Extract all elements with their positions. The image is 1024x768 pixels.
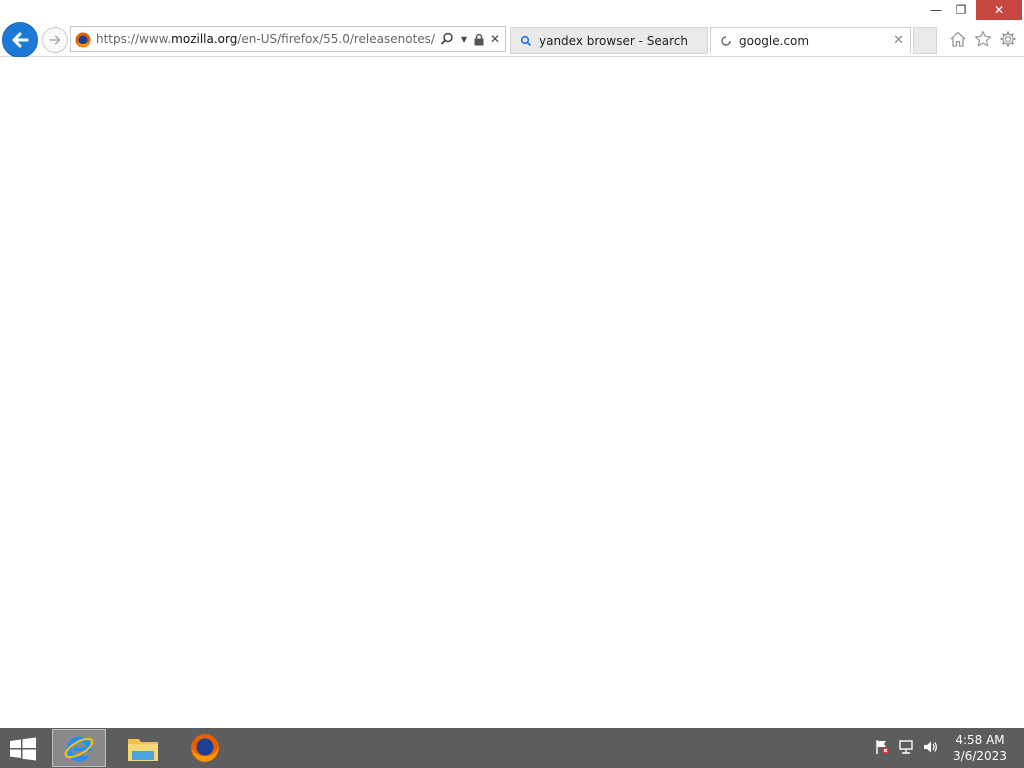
tab-yandex-search[interactable]: yandex browser - Search bbox=[510, 27, 708, 54]
page-content[interactable] bbox=[0, 57, 1024, 728]
back-arrow-icon bbox=[12, 32, 29, 48]
minimize-icon: — bbox=[930, 3, 942, 17]
forward-arrow-icon bbox=[49, 35, 61, 45]
taskbar-firefox[interactable] bbox=[178, 728, 232, 768]
loading-icon bbox=[719, 34, 733, 48]
address-dropdown-button[interactable]: ▾ bbox=[456, 31, 472, 47]
navigation-bar: https://www.mozilla.org/en-US/firefox/55… bbox=[0, 20, 1024, 58]
clock-date: 3/6/2023 bbox=[953, 749, 1007, 763]
home-button[interactable] bbox=[948, 29, 968, 49]
tab-label: google.com bbox=[739, 33, 810, 48]
chevron-down-icon: ▾ bbox=[460, 32, 468, 46]
internet-explorer-icon bbox=[64, 736, 94, 762]
url-prefix: https://www. bbox=[96, 32, 172, 46]
taskbar-internet-explorer[interactable] bbox=[52, 729, 106, 767]
tools-button[interactable] bbox=[998, 29, 1018, 49]
system-clock[interactable]: 4:58 AM 3/6/2023 bbox=[944, 732, 1016, 764]
back-button[interactable] bbox=[2, 22, 38, 58]
url-domain: mozilla.org bbox=[171, 32, 238, 46]
windows-logo-icon bbox=[10, 737, 36, 761]
minimize-button[interactable]: — bbox=[924, 0, 948, 20]
volume-icon[interactable] bbox=[921, 738, 939, 756]
star-icon bbox=[974, 30, 992, 47]
lock-icon[interactable] bbox=[471, 31, 487, 47]
network-icon[interactable] bbox=[897, 738, 915, 756]
forward-button[interactable] bbox=[42, 27, 68, 53]
favorites-button[interactable] bbox=[973, 29, 993, 49]
close-tab-button[interactable]: ✕ bbox=[893, 33, 904, 48]
gear-icon bbox=[1000, 31, 1016, 47]
restore-icon: ❐ bbox=[955, 3, 967, 17]
title-bar: — ❐ ✕ bbox=[0, 0, 1024, 20]
tab-label: yandex browser - Search bbox=[539, 33, 688, 48]
address-bar[interactable]: https://www.mozilla.org/en-US/firefox/55… bbox=[70, 26, 506, 52]
url-text[interactable]: https://www.mozilla.org/en-US/firefox/55… bbox=[96, 32, 435, 46]
firefox-icon bbox=[191, 734, 219, 762]
search-icon[interactable] bbox=[439, 31, 455, 47]
url-path: /en-US/firefox/55.0/releasenotes/ bbox=[237, 32, 435, 46]
start-button[interactable] bbox=[8, 737, 38, 761]
stop-button[interactable]: ✕ bbox=[487, 31, 503, 47]
folder-icon bbox=[128, 739, 158, 761]
restore-button[interactable]: ❐ bbox=[949, 0, 973, 20]
stop-icon: ✕ bbox=[489, 32, 501, 46]
action-center-flag-icon[interactable] bbox=[873, 738, 891, 756]
home-icon bbox=[950, 31, 966, 47]
taskbar: 4:58 AM 3/6/2023 bbox=[0, 728, 1024, 768]
close-icon: ✕ bbox=[993, 3, 1005, 17]
firefox-favicon-icon bbox=[75, 32, 91, 48]
new-tab-button[interactable] bbox=[913, 27, 937, 54]
search-icon bbox=[519, 34, 533, 48]
clock-time: 4:58 AM bbox=[955, 733, 1005, 747]
taskbar-file-explorer[interactable] bbox=[116, 728, 170, 768]
tab-google[interactable]: google.com ✕ bbox=[710, 27, 911, 54]
close-window-button[interactable]: ✕ bbox=[976, 0, 1022, 20]
